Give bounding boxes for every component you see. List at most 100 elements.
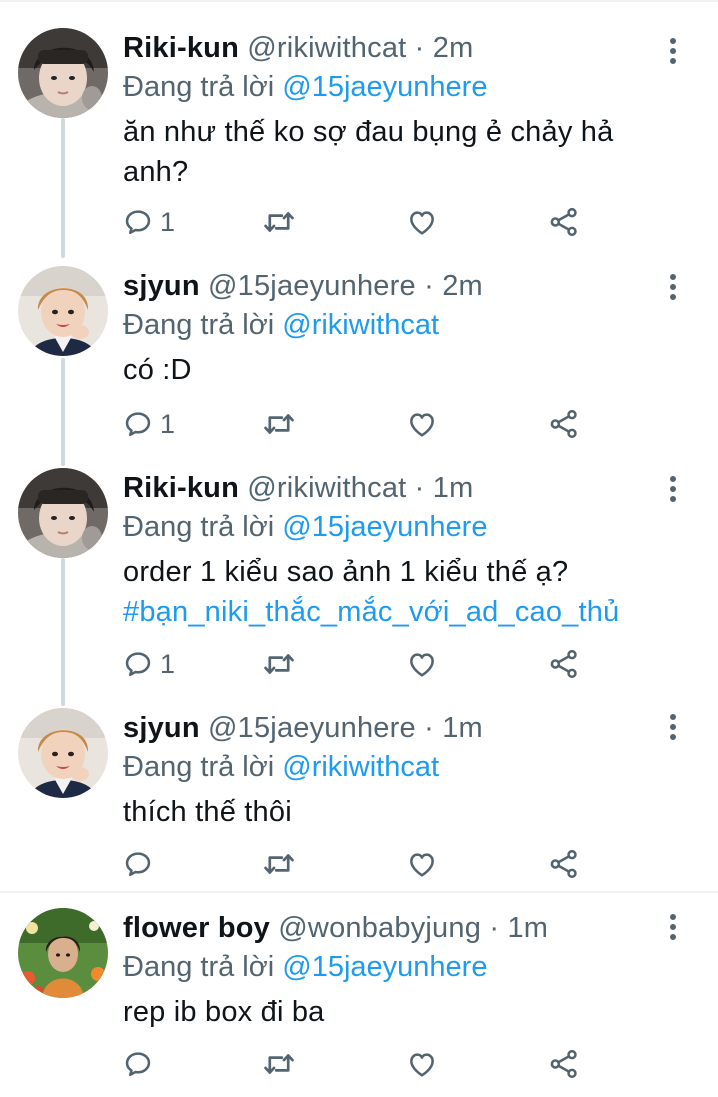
reply-button[interactable]: 1 [122,644,175,684]
tweet-header: flower boy @wonbabyjung · 1m [123,908,682,948]
timestamp[interactable]: 2m [442,270,483,302]
reply-prefix: Đang trả lời [123,751,275,783]
share-icon [548,206,580,238]
display-name[interactable]: Riki-kun [123,472,239,504]
tweet-text: rep ib box đi ba [123,992,682,1032]
tweet-body: ăn như thế ko sợ đau bụng ẻ chảy hả anh? [123,116,614,188]
like-button[interactable] [406,202,438,242]
avatar[interactable] [18,266,108,356]
reply-icon [122,1048,154,1080]
retweet-button[interactable] [262,844,296,884]
retweet-button[interactable] [262,202,296,242]
timestamp[interactable]: 1m [507,912,548,944]
hashtag-link[interactable]: #bạn_niki_thắc_mắc_với_ad_cao_thủ [123,592,682,632]
share-button[interactable] [548,404,580,444]
mention-link[interactable]: @rikiwithcat [282,309,439,341]
display-name[interactable]: Riki-kun [123,32,239,64]
like-button[interactable] [406,1044,438,1084]
replying-to: Đang trả lời @rikiwithcat [123,306,682,344]
tweet[interactable]: Riki-kun @rikiwithcat · 2m Đang trả lời … [0,28,718,258]
timestamp[interactable]: 2m [433,32,474,64]
like-button[interactable] [406,644,438,684]
replying-to: Đang trả lời @15jaeyunhere [123,948,682,986]
avatar-sjyun-icon [18,708,108,798]
reply-prefix: Đang trả lời [123,71,275,103]
heart-icon [406,848,438,880]
thread-divider [0,891,718,893]
tweet-content: flower boy @wonbabyjung · 1m Đang trả lờ… [123,908,682,1032]
avatar-riki-icon [18,468,108,558]
tweet[interactable]: sjyun @15jaeyunhere · 1m Đang trả lời @r… [0,708,718,888]
separator: · [489,912,500,944]
mention-link[interactable]: @15jaeyunhere [282,511,487,543]
reply-icon [122,408,154,440]
avatar[interactable] [18,468,108,558]
share-button[interactable] [548,844,580,884]
retweet-icon [262,205,296,239]
share-button[interactable] [548,202,580,242]
display-name[interactable]: flower boy [123,912,270,944]
like-button[interactable] [406,404,438,444]
retweet-button[interactable] [262,404,296,444]
tweet[interactable]: sjyun @15jaeyunhere · 2m Đang trả lời @r… [0,266,718,456]
avatar[interactable] [18,28,108,118]
tweet[interactable]: Riki-kun @rikiwithcat · 1m Đang trả lời … [0,468,718,696]
user-handle[interactable]: @15jaeyunhere [208,270,416,302]
reply-button[interactable]: 1 [122,404,175,444]
separator: · [424,270,434,302]
share-icon [548,648,580,680]
share-button[interactable] [548,644,580,684]
more-options-button[interactable] [658,36,688,66]
mention-link[interactable]: @15jaeyunhere [282,951,487,983]
mention-link[interactable]: @rikiwithcat [282,751,439,783]
reply-button[interactable] [122,844,160,884]
timestamp[interactable]: 1m [433,472,474,504]
reply-prefix: Đang trả lời [123,511,275,543]
tweet-body: có :D [123,354,192,386]
retweet-button[interactable] [262,644,296,684]
tweet-text: ăn như thế ko sợ đau bụng ẻ chảy hả anh? [123,112,682,192]
tweet-body: rep ib box đi ba [123,996,325,1028]
avatar[interactable] [18,908,108,998]
more-options-button[interactable] [658,272,688,302]
user-handle[interactable]: @rikiwithcat [247,32,406,64]
user-handle[interactable]: @rikiwithcat [247,472,406,504]
replying-to: Đang trả lời @rikiwithcat [123,748,682,786]
more-options-button[interactable] [658,912,688,942]
reply-count: 1 [160,206,176,237]
mention-link[interactable]: @15jaeyunhere [282,71,487,103]
more-options-button[interactable] [658,712,688,742]
more-vertical-icon [668,474,678,504]
reply-icon [122,848,154,880]
display-name[interactable]: sjyun [123,270,200,302]
user-handle[interactable]: @wonbabyjung [278,912,481,944]
tweet-text: thích thế thôi [123,792,682,832]
more-vertical-icon [668,912,678,942]
retweet-icon [262,1047,296,1081]
share-button[interactable] [548,1044,580,1084]
retweet-button[interactable] [262,1044,296,1084]
tweet-body: thích thế thôi [123,796,292,828]
reply-button[interactable]: 1 [122,202,175,242]
tweet-header: sjyun @15jaeyunhere · 1m [123,708,682,748]
reply-count: 1 [160,648,176,679]
replying-to: Đang trả lời @15jaeyunhere [123,508,682,546]
reply-button[interactable] [122,1044,160,1084]
like-button[interactable] [406,844,438,884]
tweet-actions: 1 [122,644,592,684]
avatar-riki-icon [18,28,108,118]
reply-thread: Riki-kun @rikiwithcat · 2m Đang trả lời … [0,0,718,1097]
user-handle[interactable]: @15jaeyunhere [208,712,416,744]
tweet-header: Riki-kun @rikiwithcat · 2m [123,28,682,68]
more-options-button[interactable] [658,474,688,504]
tweet-text: order 1 kiểu sao ảnh 1 kiểu thế ạ? #bạn_… [123,552,682,632]
display-name[interactable]: sjyun [123,712,200,744]
tweet[interactable]: flower boy @wonbabyjung · 1m Đang trả lờ… [0,908,718,1088]
timestamp[interactable]: 1m [442,712,483,744]
tweet-content: sjyun @15jaeyunhere · 2m Đang trả lời @r… [123,266,682,390]
share-icon [548,1048,580,1080]
retweet-icon [262,847,296,881]
avatar[interactable] [18,708,108,798]
reply-count: 1 [160,408,176,439]
heart-icon [406,648,438,680]
